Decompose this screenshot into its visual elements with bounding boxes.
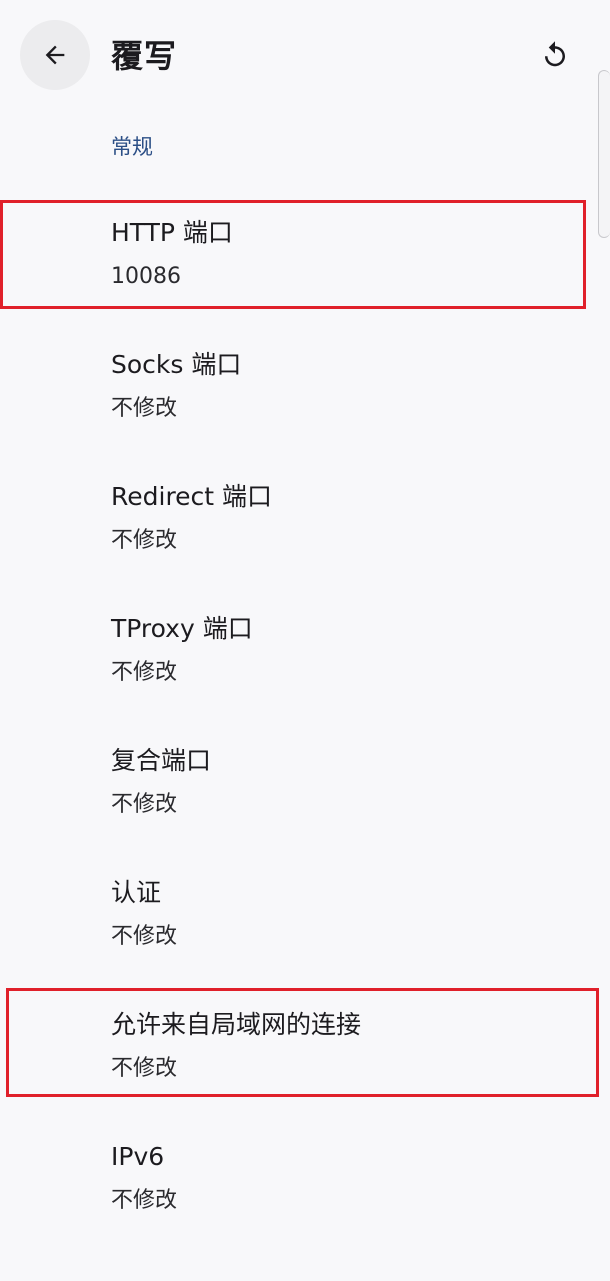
pref-summary: 不修改 xyxy=(111,1188,178,1213)
arrow-left-icon xyxy=(45,45,65,65)
pref-title: 复合端口 xyxy=(111,746,212,775)
top-app-bar: 覆写 xyxy=(0,0,610,110)
pref-ipv6[interactable]: IPv6 不修改 xyxy=(0,1120,600,1252)
preference-list: HTTP 端口 10086 Socks 端口 不修改 Redirect 端口 不… xyxy=(0,196,600,1252)
pref-title: Socks 端口 xyxy=(111,350,242,379)
pref-title: 允许来自局域网的连接 xyxy=(111,1010,362,1039)
back-button[interactable] xyxy=(20,20,90,90)
pref-title: IPv6 xyxy=(111,1142,165,1171)
pref-title: Redirect 端口 xyxy=(111,482,273,511)
pref-http-port[interactable]: HTTP 端口 10086 xyxy=(0,196,600,328)
pref-tproxy-port[interactable]: TProxy 端口 不修改 xyxy=(0,592,600,724)
pref-summary: 不修改 xyxy=(111,528,178,553)
pref-redirect-port[interactable]: Redirect 端口 不修改 xyxy=(0,460,600,592)
pref-socks-port[interactable]: Socks 端口 不修改 xyxy=(0,328,600,460)
pref-summary: 不修改 xyxy=(111,660,178,685)
reset-button[interactable] xyxy=(530,30,580,80)
pref-title: 认证 xyxy=(111,878,162,907)
pref-summary: 10086 xyxy=(111,264,181,289)
pref-title: TProxy 端口 xyxy=(111,614,253,643)
pref-authentication[interactable]: 认证 不修改 xyxy=(0,856,600,988)
pref-mixed-port[interactable]: 复合端口 不修改 xyxy=(0,724,600,856)
section-header-general: 常规 xyxy=(111,135,153,159)
pref-summary: 不修改 xyxy=(111,396,178,421)
pref-summary: 不修改 xyxy=(111,924,178,949)
pref-summary: 不修改 xyxy=(111,1056,178,1081)
refresh-icon xyxy=(545,41,565,67)
pref-allow-lan[interactable]: 允许来自局域网的连接 不修改 xyxy=(0,988,600,1120)
pref-title: HTTP 端口 xyxy=(111,218,233,247)
pref-summary: 不修改 xyxy=(111,792,178,817)
page-title: 覆写 xyxy=(111,37,178,75)
